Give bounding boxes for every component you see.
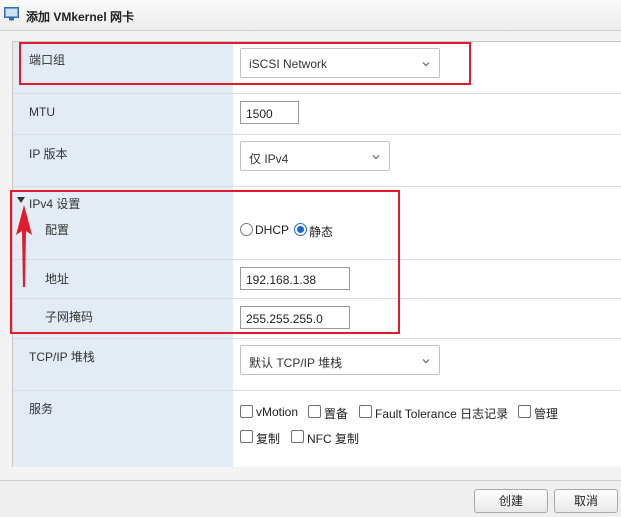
row-mtu: MTU 1500 (13, 94, 621, 135)
mtu-input[interactable]: 1500 (240, 101, 299, 124)
mtu-label: MTU (29, 105, 55, 119)
nfc-replication-checkbox[interactable] (291, 430, 304, 443)
ip-version-label: IP 版本 (29, 147, 68, 161)
row-services: 服务 vMotion 置备 Fault Tolerance 日志记录 管理 复制… (13, 391, 621, 467)
provisioning-checkbox[interactable] (308, 405, 321, 418)
annotation-arrow-up-icon (16, 205, 32, 287)
row-tcpip-stack: TCP/IP 堆栈 默认 TCP/IP 堆栈 (13, 339, 621, 391)
annotation-box-port-group (19, 42, 471, 85)
annotation-box-ipv4-settings (10, 190, 400, 334)
replication-label[interactable]: 复制 (256, 430, 280, 447)
tcpip-stack-select[interactable]: 默认 TCP/IP 堆栈 (240, 345, 440, 375)
services-label: 服务 (29, 402, 54, 416)
mtu-value: 1500 (246, 107, 273, 121)
cancel-button[interactable]: 取消 (554, 489, 618, 513)
dialog-footer: 创建 取消 (0, 480, 621, 517)
provisioning-label[interactable]: 置备 (324, 405, 348, 422)
dialog-titlebar: 添加 VMkernel 网卡 (0, 0, 621, 31)
vmkernel-nic-icon (4, 7, 19, 21)
tcpip-stack-label: TCP/IP 堆栈 (29, 350, 95, 364)
chevron-down-icon (422, 359, 430, 364)
vmotion-checkbox[interactable] (240, 405, 253, 418)
create-button[interactable]: 创建 (474, 489, 548, 513)
ip-version-value: 仅 IPv4 (249, 152, 289, 166)
replication-checkbox[interactable] (240, 430, 253, 443)
ip-version-select[interactable]: 仅 IPv4 (240, 141, 390, 171)
tcpip-stack-value: 默认 TCP/IP 堆栈 (249, 356, 343, 370)
management-label[interactable]: 管理 (534, 405, 558, 422)
management-checkbox[interactable] (518, 405, 531, 418)
fault-tolerance-label[interactable]: Fault Tolerance 日志记录 (375, 405, 508, 422)
nfc-replication-label[interactable]: NFC 复制 (307, 430, 359, 447)
vmotion-label[interactable]: vMotion (256, 405, 298, 419)
dialog-title: 添加 VMkernel 网卡 (26, 10, 135, 24)
chevron-down-icon (372, 155, 380, 160)
row-ip-version: IP 版本 仅 IPv4 (13, 135, 621, 187)
fault-tolerance-checkbox[interactable] (359, 405, 372, 418)
